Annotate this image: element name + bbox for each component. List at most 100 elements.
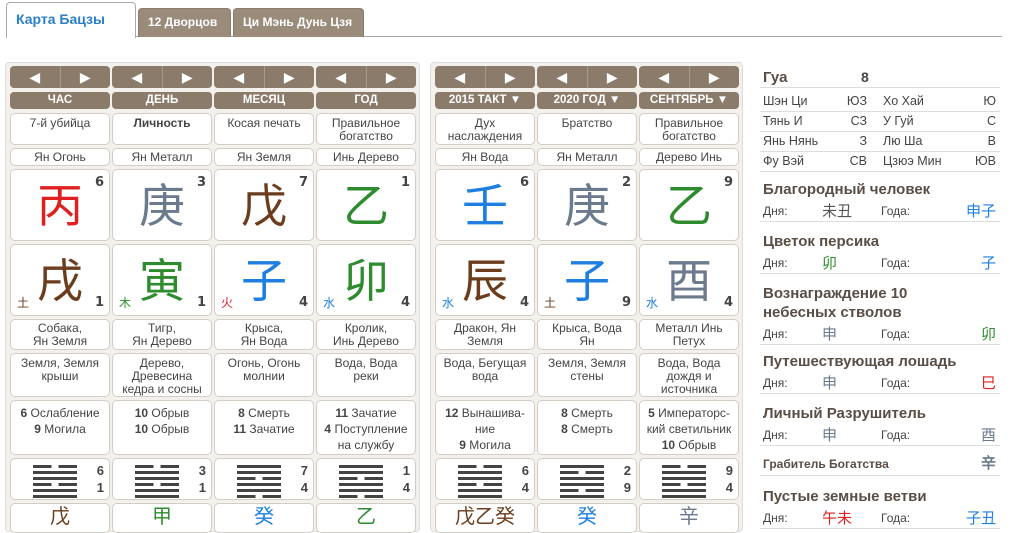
star-title: Вознаграждение 10 небесных стволов bbox=[763, 285, 908, 321]
direction-row: Фу Вэй СВ Цзюэ Мин ЮВ bbox=[760, 152, 1000, 172]
prev-arrow-icon[interactable]: ◀ bbox=[435, 66, 486, 88]
star-title: Путешествующая лошадь bbox=[763, 353, 957, 370]
luck-pillar-2-label[interactable]: СЕНТЯБРЬ ▼ bbox=[639, 92, 739, 109]
tab-12-palaces[interactable]: 12 Дворцов bbox=[138, 8, 231, 37]
luck-pillar-1-hexagram[interactable]: 29 bbox=[537, 458, 637, 500]
luck-pillar-0-life-stages: 12 Вынашива-ние 9 Могила bbox=[435, 400, 535, 455]
natal-pillar-3-life-stages: 11 Зачатие 4 Поступление на службу bbox=[316, 400, 416, 455]
luck-pillar-0-heavenly-stem[interactable]: 壬6 bbox=[435, 169, 535, 241]
luck-pillar-2-heavenly-stem[interactable]: 乙9 bbox=[639, 169, 739, 241]
prev-arrow-icon[interactable]: ◀ bbox=[214, 66, 265, 88]
natal-pillar-2-stem-element: Ян Земля bbox=[214, 148, 314, 166]
luck-pillar-0-hidden-stems: 戊乙癸 bbox=[435, 503, 535, 533]
natal-pillar-3-nav: ◀ ▶ bbox=[316, 66, 416, 88]
luck-pillar-0-animal: Дракон, Ян Земля bbox=[435, 319, 535, 350]
natal-pillar-0-nayin: Земля, Земля крыши bbox=[10, 353, 110, 397]
natal-pillar-1-life-stages: 10 Обрыв 10 Обрыв bbox=[112, 400, 212, 455]
natal-pillar-1-heavenly-stem[interactable]: 庚3 bbox=[112, 169, 212, 241]
star-row: Дня: 卯 Года: 子 bbox=[760, 254, 1000, 274]
natal-pillar-1-ten-god: Личность bbox=[112, 113, 212, 145]
natal-pillar-3-stem-element: Инь Дерево bbox=[316, 148, 416, 166]
natal-pillar-1-hexagram[interactable]: 31 bbox=[112, 458, 212, 500]
natal-pillar-1-nayin: Дерево, Древесина кедра и сосны bbox=[112, 353, 212, 397]
hexagram-icon bbox=[339, 465, 383, 501]
hexagram-icon bbox=[237, 465, 281, 501]
luck-pillar-2-life-stages: 5 Императорс-кий светильник 10 Обрыв bbox=[639, 400, 739, 455]
prev-arrow-icon[interactable]: ◀ bbox=[112, 66, 163, 88]
empty-branches-row: Дня: 午未 Года: 子丑 bbox=[760, 509, 1000, 529]
hexagram-icon bbox=[458, 465, 502, 501]
next-arrow-icon[interactable]: ▶ bbox=[690, 66, 740, 88]
natal-pillar-3-ten-god: Правильное богатство bbox=[316, 113, 416, 145]
hexagram-icon bbox=[662, 465, 706, 501]
natal-pillar-2-heavenly-stem[interactable]: 戊7 bbox=[214, 169, 314, 241]
luck-pillar-0-stem-element: Ян Вода bbox=[435, 148, 535, 166]
luck-pillar-1-nayin: Земля, Земля стены bbox=[537, 353, 637, 397]
luck-pillar-1-label[interactable]: 2020 ГОД ▼ bbox=[537, 92, 637, 109]
luck-pillar-1-life-stages: 8 Смерть 8 Смерть bbox=[537, 400, 637, 455]
star-row: Дня: 申 Года: 酉 bbox=[760, 426, 1000, 446]
prev-arrow-icon[interactable]: ◀ bbox=[10, 66, 61, 88]
hexagram-icon bbox=[33, 465, 77, 501]
luck-pillar-1-earthly-branch[interactable]: 子土9 bbox=[537, 244, 637, 316]
natal-pillar-1-earthly-branch[interactable]: 寅木1 bbox=[112, 244, 212, 316]
natal-pillar-1-hidden-stems: 甲 bbox=[112, 503, 212, 533]
natal-pillar-2-label[interactable]: МЕСЯЦ bbox=[214, 92, 314, 109]
luck-pillar-0-label[interactable]: 2015 ТАКТ ▼ bbox=[435, 92, 535, 109]
tab-qi-men[interactable]: Ци Мэнь Дунь Цзя bbox=[233, 8, 364, 37]
luck-pillar-2-stem-element: Дерево Инь bbox=[639, 148, 739, 166]
luck-pillar-2-nav: ◀ ▶ bbox=[639, 66, 739, 88]
natal-pillar-3-label[interactable]: ГОД bbox=[316, 92, 416, 109]
tab-bar: Карта Бацзы 12 Дворцов Ци Мэнь Дунь Цзя bbox=[6, 0, 1002, 38]
natal-pillar-0-stem-element: Ян Огонь bbox=[10, 148, 110, 166]
gua-row: Гуа 8 bbox=[760, 66, 1000, 88]
empty-branches-title: Пустые земные ветви bbox=[763, 488, 927, 505]
natal-pillar-0-hexagram[interactable]: 61 bbox=[10, 458, 110, 500]
prev-arrow-icon[interactable]: ◀ bbox=[316, 66, 367, 88]
luck-pillar-0-hexagram[interactable]: 64 bbox=[435, 458, 535, 500]
natal-pillar-1-nav: ◀ ▶ bbox=[112, 66, 212, 88]
star-title: Благородный человек bbox=[763, 181, 931, 198]
natal-pillar-3-heavenly-stem[interactable]: 乙1 bbox=[316, 169, 416, 241]
natal-pillar-2-hexagram[interactable]: 74 bbox=[214, 458, 314, 500]
luck-pillar-2-hexagram[interactable]: 94 bbox=[639, 458, 739, 500]
luck-pillar-2-animal: Металл Инь Петух bbox=[639, 319, 739, 350]
luck-pillar-2-ten-god: Правильное богатство bbox=[639, 113, 739, 145]
prev-arrow-icon[interactable]: ◀ bbox=[537, 66, 588, 88]
luck-pillar-0-earthly-branch[interactable]: 辰水4 bbox=[435, 244, 535, 316]
natal-pillar-2-earthly-branch[interactable]: 子火4 bbox=[214, 244, 314, 316]
next-arrow-icon[interactable]: ▶ bbox=[486, 66, 536, 88]
natal-pillar-1-animal: Тигр, Ян Дерево bbox=[112, 319, 212, 350]
luck-pillar-1-heavenly-stem[interactable]: 庚2 bbox=[537, 169, 637, 241]
natal-pillar-3-earthly-branch[interactable]: 卯水4 bbox=[316, 244, 416, 316]
natal-pillar-0-nav: ◀ ▶ bbox=[10, 66, 110, 88]
natal-pillar-3-hexagram[interactable]: 14 bbox=[316, 458, 416, 500]
natal-pillar-2-ten-god: Косая печать bbox=[214, 113, 314, 145]
natal-pillar-2-nayin: Огонь, Огонь молнии bbox=[214, 353, 314, 397]
luck-pillar-1-stem-element: Ян Металл bbox=[537, 148, 637, 166]
next-arrow-icon[interactable]: ▶ bbox=[367, 66, 417, 88]
natal-pillar-0-label[interactable]: ЧАС bbox=[10, 92, 110, 109]
natal-pillar-3-hidden-stems: 乙 bbox=[316, 503, 416, 533]
natal-pillar-1-label[interactable]: ДЕНЬ bbox=[112, 92, 212, 109]
prev-arrow-icon[interactable]: ◀ bbox=[639, 66, 690, 88]
luck-pillar-0-nav: ◀ ▶ bbox=[435, 66, 535, 88]
natal-pillar-2-animal: Крыса, Ян Вода bbox=[214, 319, 314, 350]
natal-pillar-0-ten-god: 7-й убийца bbox=[10, 113, 110, 145]
star-row: Дня: 申 Года: 卯 bbox=[760, 325, 1000, 345]
star-row: Дня: 未丑 Года: 申子 bbox=[760, 202, 1000, 222]
natal-pillar-0-life-stages: 6 Ослабление 9 Могила bbox=[10, 400, 110, 455]
next-arrow-icon[interactable]: ▶ bbox=[588, 66, 638, 88]
natal-pillar-3-nayin: Вода, Вода реки bbox=[316, 353, 416, 397]
luck-pillar-2-earthly-branch[interactable]: 酉水4 bbox=[639, 244, 739, 316]
natal-pillar-0-earthly-branch[interactable]: 戌土1 bbox=[10, 244, 110, 316]
tab-bazi-chart[interactable]: Карта Бацзы bbox=[6, 2, 136, 38]
natal-pillar-0-heavenly-stem[interactable]: 丙6 bbox=[10, 169, 110, 241]
natal-pillar-0-hidden-stems: 戊 bbox=[10, 503, 110, 533]
natal-pillar-0-animal: Собака, Ян Земля bbox=[10, 319, 110, 350]
next-arrow-icon[interactable]: ▶ bbox=[265, 66, 315, 88]
hexagram-icon bbox=[560, 465, 604, 501]
natal-pillar-2-hidden-stems: 癸 bbox=[214, 503, 314, 533]
next-arrow-icon[interactable]: ▶ bbox=[163, 66, 213, 88]
next-arrow-icon[interactable]: ▶ bbox=[61, 66, 111, 88]
